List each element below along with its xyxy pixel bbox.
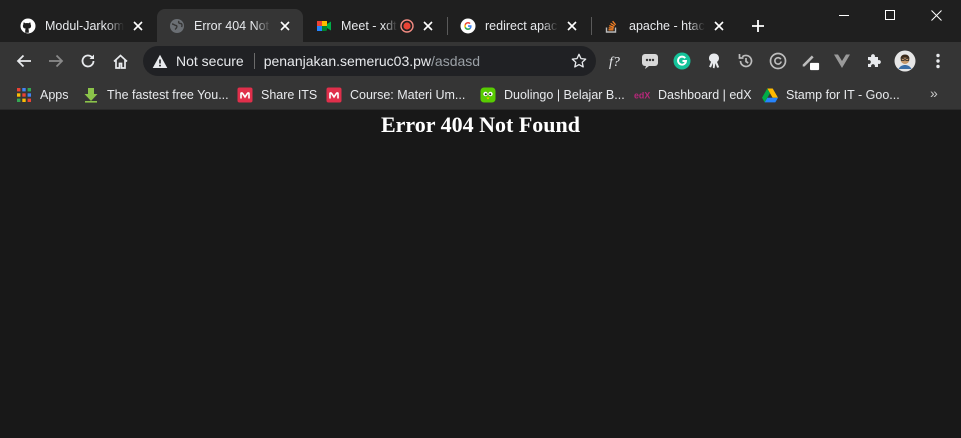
minimize-icon — [839, 15, 849, 16]
bookmarks-bar: Apps The fastest free You... Share ITS C… — [0, 80, 961, 110]
profile-avatar[interactable] — [894, 50, 916, 72]
apps-grid-icon — [16, 87, 32, 103]
vuejs-devtools-icon[interactable] — [832, 51, 852, 71]
bookmark-apps[interactable]: Apps — [16, 85, 69, 105]
edx-icon: edX — [634, 87, 650, 103]
close-tab-icon[interactable] — [420, 18, 436, 34]
address-bar[interactable]: Not secure penanjakan.semeruc03.pw/asdas… — [143, 46, 596, 76]
tab-strip: Modul-Jarkom/ Error 404 Not F Meet - xdt… — [0, 0, 961, 42]
page-title: Error 404 Not Found — [380, 112, 581, 137]
more-vertical-icon — [936, 53, 940, 69]
omnibox-divider — [253, 53, 255, 69]
bookmark-label: Share ITS — [261, 88, 318, 102]
security-status-label[interactable]: Not secure — [176, 53, 244, 69]
forward-button[interactable] — [42, 47, 70, 75]
bookmark-edx-dashboard[interactable]: edX Dashboard | edX — [634, 85, 752, 105]
duolingo-icon — [480, 87, 496, 103]
tab-error-404[interactable]: Error 404 Not F — [157, 9, 303, 42]
url-text[interactable]: penanjakan.semeruc03.pw/asdasd — [264, 53, 480, 69]
bookmark-label: Stamp for IT - Goo... — [786, 88, 900, 102]
bookmark-label: Course: Materi Um... — [350, 88, 466, 102]
download-arrow-icon — [83, 87, 99, 103]
tab-redirect-apache[interactable]: redirect apache — [448, 9, 590, 42]
chrome-menu-button[interactable] — [928, 51, 948, 71]
tab-meet[interactable]: Meet - xdt — [304, 9, 446, 42]
plus-icon — [752, 20, 764, 32]
bookmark-label: Dashboard | edX — [658, 88, 752, 102]
maximize-window-button[interactable] — [867, 0, 913, 30]
url-host: penanjakan.semeruc03.pw — [263, 53, 432, 69]
tab-modul-jarkom[interactable]: Modul-Jarkom/ — [8, 9, 156, 42]
extensions-puzzle-icon[interactable] — [864, 51, 884, 71]
chat-extension-icon[interactable] — [640, 51, 660, 71]
history-extension-icon[interactable] — [736, 51, 756, 71]
back-button[interactable] — [10, 47, 38, 75]
page-viewport: Error 404 Not Found — [0, 110, 961, 438]
bookmarks-overflow-button[interactable]: » — [930, 85, 938, 101]
tab-title: Modul-Jarkom/ — [45, 18, 124, 33]
reload-icon — [81, 54, 95, 68]
new-tab-button[interactable] — [748, 16, 768, 36]
url-path: /asdasd — [431, 53, 481, 69]
close-tab-icon[interactable] — [130, 18, 146, 34]
arrow-right-icon — [49, 54, 64, 68]
pen-extension-icon[interactable] — [800, 51, 820, 71]
tab-title: apache - htacce — [629, 18, 705, 33]
recording-indicator-icon — [400, 18, 414, 33]
google-drive-icon — [762, 87, 778, 103]
svg-text:edX: edX — [634, 91, 650, 101]
close-tab-icon[interactable] — [711, 18, 727, 34]
bookmark-label: The fastest free You... — [107, 88, 229, 102]
home-button[interactable] — [106, 47, 134, 75]
maximize-icon — [885, 10, 895, 20]
tab-title: Error 404 Not F — [194, 18, 271, 33]
svg-text:f?: f? — [609, 55, 620, 70]
refresh-circle-extension-icon[interactable] — [768, 51, 788, 71]
close-icon — [930, 9, 942, 21]
tab-apache-htaccess[interactable]: apache - htacce — [592, 9, 737, 42]
close-tab-icon[interactable] — [564, 18, 580, 34]
home-icon — [112, 53, 128, 69]
bookmark-share-its[interactable]: Share ITS — [237, 85, 317, 105]
octopus-extension-icon[interactable] — [704, 51, 724, 71]
reload-button[interactable] — [74, 47, 102, 75]
tab-title: Meet - xdt — [341, 18, 397, 33]
bookmark-star-icon[interactable] — [571, 53, 587, 69]
google-meet-icon — [316, 18, 332, 34]
github-icon — [20, 18, 36, 34]
minimize-window-button[interactable] — [821, 0, 867, 30]
browser-toolbar: Not secure penanjakan.semeruc03.pw/asdas… — [0, 42, 961, 80]
close-window-button[interactable] — [913, 0, 959, 30]
bookmark-label: Apps — [40, 88, 69, 102]
grammarly-icon[interactable] — [672, 51, 692, 71]
bookmark-stamp-for-it[interactable]: Stamp for IT - Goo... — [762, 85, 900, 105]
globe-icon — [169, 18, 185, 34]
stackoverflow-icon — [604, 18, 620, 34]
tab-title: redirect apache — [485, 18, 558, 33]
mendeley-icon — [326, 87, 342, 103]
bookmark-course-materi[interactable]: Course: Materi Um... — [326, 85, 465, 105]
arrow-left-icon — [16, 54, 31, 68]
function-extension-icon[interactable]: f? — [607, 51, 627, 71]
mendeley-icon — [237, 87, 253, 103]
warning-triangle-icon[interactable] — [152, 53, 168, 69]
google-icon — [460, 18, 476, 34]
bookmark-duolingo[interactable]: Duolingo | Belajar B... — [480, 85, 625, 105]
bookmark-label: Duolingo | Belajar B... — [504, 88, 625, 102]
bookmark-fastest-free-youtube[interactable]: The fastest free You... — [83, 85, 229, 105]
close-tab-icon[interactable] — [277, 18, 293, 34]
